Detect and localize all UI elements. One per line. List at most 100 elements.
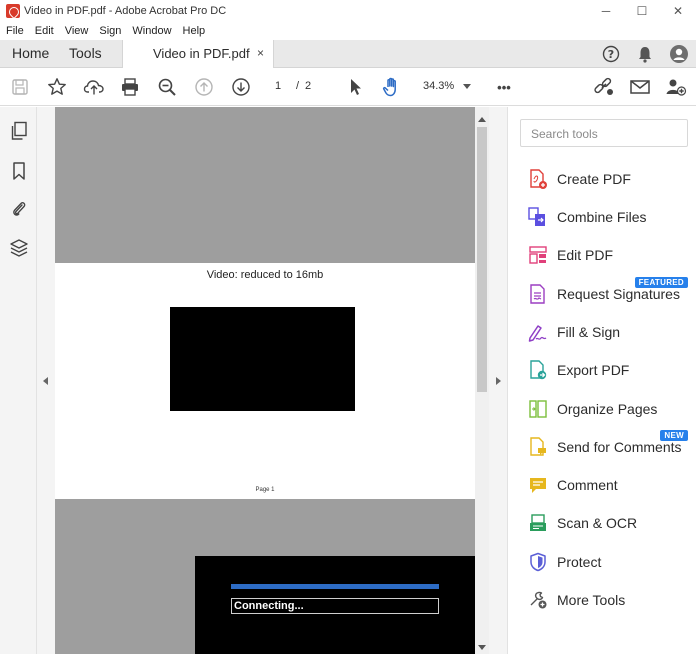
left-navigation-rail xyxy=(0,107,37,654)
scrollbar-thumb[interactable] xyxy=(477,127,487,392)
tab-bar: Home Tools Video in PDF.pdf × ? xyxy=(0,40,696,68)
tool-combine-files[interactable]: Combine Files xyxy=(527,205,695,229)
title-bar: Video in PDF.pdf - Adobe Acrobat Pro DC … xyxy=(0,0,696,22)
tab-tools[interactable]: Tools xyxy=(69,45,102,61)
search-tools-input[interactable]: Search tools xyxy=(520,119,688,147)
menu-file[interactable]: File xyxy=(6,25,24,37)
tool-export-pdf[interactable]: Export PDF xyxy=(527,358,695,382)
scroll-down-arrow-icon[interactable] xyxy=(478,645,486,650)
upload-cloud-button[interactable] xyxy=(82,75,106,99)
page-thumbnails-icon[interactable] xyxy=(9,121,29,141)
svg-text:?: ? xyxy=(608,48,614,61)
featured-badge: FEATURED xyxy=(634,277,688,288)
tool-create-pdf[interactable]: Create PDF xyxy=(527,167,695,191)
create-pdf-icon xyxy=(527,168,549,190)
tool-label: Send for Comments xyxy=(557,439,682,455)
next-page-button[interactable] xyxy=(229,75,253,99)
player-status-text: Connecting... xyxy=(231,598,439,614)
page-total: 2 xyxy=(305,80,312,92)
top-right-icons: ? xyxy=(594,40,696,68)
fill-sign-icon xyxy=(527,321,549,343)
send-comments-icon xyxy=(527,436,549,458)
bookmark-star-button[interactable] xyxy=(45,75,69,99)
tool-fill-sign[interactable]: Fill & Sign xyxy=(527,320,695,344)
save-button[interactable] xyxy=(8,75,32,99)
window-title: Video in PDF.pdf - Adobe Acrobat Pro DC xyxy=(24,5,227,17)
link-share-icon[interactable] xyxy=(592,75,616,99)
tool-edit-pdf[interactable]: Edit PDF xyxy=(527,243,695,267)
print-button[interactable] xyxy=(118,75,142,99)
tool-organize-pages[interactable]: Organize Pages xyxy=(527,397,695,421)
maximize-button[interactable]: ☐ xyxy=(624,0,660,22)
add-user-icon[interactable] xyxy=(664,75,688,99)
page-number-input[interactable]: 1 xyxy=(268,80,288,92)
menu-window[interactable]: Window xyxy=(132,25,171,37)
zoom-out-button[interactable] xyxy=(155,75,179,99)
tab-document[interactable]: Video in PDF.pdf × xyxy=(122,40,274,68)
export-pdf-icon xyxy=(527,359,549,381)
bookmarks-icon[interactable] xyxy=(9,161,29,181)
page-separator: / xyxy=(296,80,300,92)
menu-edit[interactable]: Edit xyxy=(35,25,54,37)
scroll-up-arrow-icon[interactable] xyxy=(478,117,486,122)
tool-label: More Tools xyxy=(557,592,626,608)
tools-pane: Search tools Create PDF Combine Files Ed… xyxy=(509,107,696,654)
tool-protect[interactable]: Protect xyxy=(527,550,695,574)
email-icon[interactable] xyxy=(628,75,652,99)
tool-label: Comment xyxy=(557,477,618,493)
edit-pdf-icon xyxy=(527,244,549,266)
tool-label: Request Signatures xyxy=(557,286,680,302)
tool-label: Create PDF xyxy=(557,171,631,187)
embedded-video-placeholder[interactable] xyxy=(170,307,355,411)
tool-more-tools[interactable]: More Tools xyxy=(527,588,695,612)
zoom-dropdown-icon[interactable] xyxy=(463,84,471,89)
combine-files-icon xyxy=(527,206,549,228)
tool-label: Scan & OCR xyxy=(557,515,638,531)
zoom-level[interactable]: 34.3% xyxy=(423,80,454,92)
menu-bar: File Edit View Sign Window Help xyxy=(0,22,696,40)
page-footer-label: Page 1 xyxy=(255,487,275,493)
select-pointer-button[interactable] xyxy=(344,75,368,99)
more-options-button[interactable]: ••• xyxy=(492,75,516,99)
tool-label: Export PDF xyxy=(557,362,630,378)
window-controls: ─ ☐ ✕ xyxy=(588,0,696,22)
tool-label: Combine Files xyxy=(557,209,647,225)
right-panel-gutter xyxy=(489,107,508,654)
previous-page-button[interactable] xyxy=(192,75,216,99)
comment-icon xyxy=(527,474,549,496)
help-icon[interactable]: ? xyxy=(594,40,628,68)
document-tab-label: Video in PDF.pdf xyxy=(153,46,250,61)
menu-view[interactable]: View xyxy=(65,25,89,37)
layers-icon[interactable] xyxy=(9,238,29,258)
close-tab-button[interactable]: × xyxy=(257,46,264,60)
protect-icon xyxy=(527,551,549,573)
tool-comment[interactable]: Comment xyxy=(527,473,695,497)
pdf-page-1: Video: reduced to 16mb Page 1 xyxy=(55,263,475,499)
acrobat-logo-icon xyxy=(6,4,20,18)
tool-label: Edit PDF xyxy=(557,247,614,263)
user-avatar-icon[interactable] xyxy=(662,40,696,68)
organize-pages-icon xyxy=(527,398,549,420)
more-tools-icon xyxy=(527,589,549,611)
document-viewer[interactable]: Video: reduced to 16mb Page 1 Connecting… xyxy=(55,107,475,654)
tool-scan-ocr[interactable]: Scan & OCR xyxy=(527,511,695,535)
main-toolbar: 1 / 2 34.3% ••• xyxy=(0,68,696,106)
expand-left-panel-arrow-icon[interactable] xyxy=(43,377,48,385)
tab-home[interactable]: Home xyxy=(12,45,49,61)
hand-tool-button[interactable] xyxy=(380,75,404,99)
vertical-scrollbar[interactable] xyxy=(475,107,489,654)
menu-sign[interactable]: Sign xyxy=(99,25,121,37)
new-badge: NEW xyxy=(660,430,688,441)
video-player[interactable]: Connecting... xyxy=(195,556,475,654)
tool-label: Organize Pages xyxy=(557,401,658,417)
close-window-button[interactable]: ✕ xyxy=(660,0,696,22)
minimize-button[interactable]: ─ xyxy=(588,0,624,22)
collapse-tools-pane-arrow-icon[interactable] xyxy=(496,377,501,385)
notifications-bell-icon[interactable] xyxy=(628,40,662,68)
attachments-paperclip-icon[interactable] xyxy=(9,199,29,219)
request-signatures-icon xyxy=(527,283,549,305)
video-title-text: Video: reduced to 16mb xyxy=(206,269,324,281)
loading-progress-bar xyxy=(231,584,439,589)
menu-help[interactable]: Help xyxy=(183,25,206,37)
tool-label: Protect xyxy=(557,554,602,570)
